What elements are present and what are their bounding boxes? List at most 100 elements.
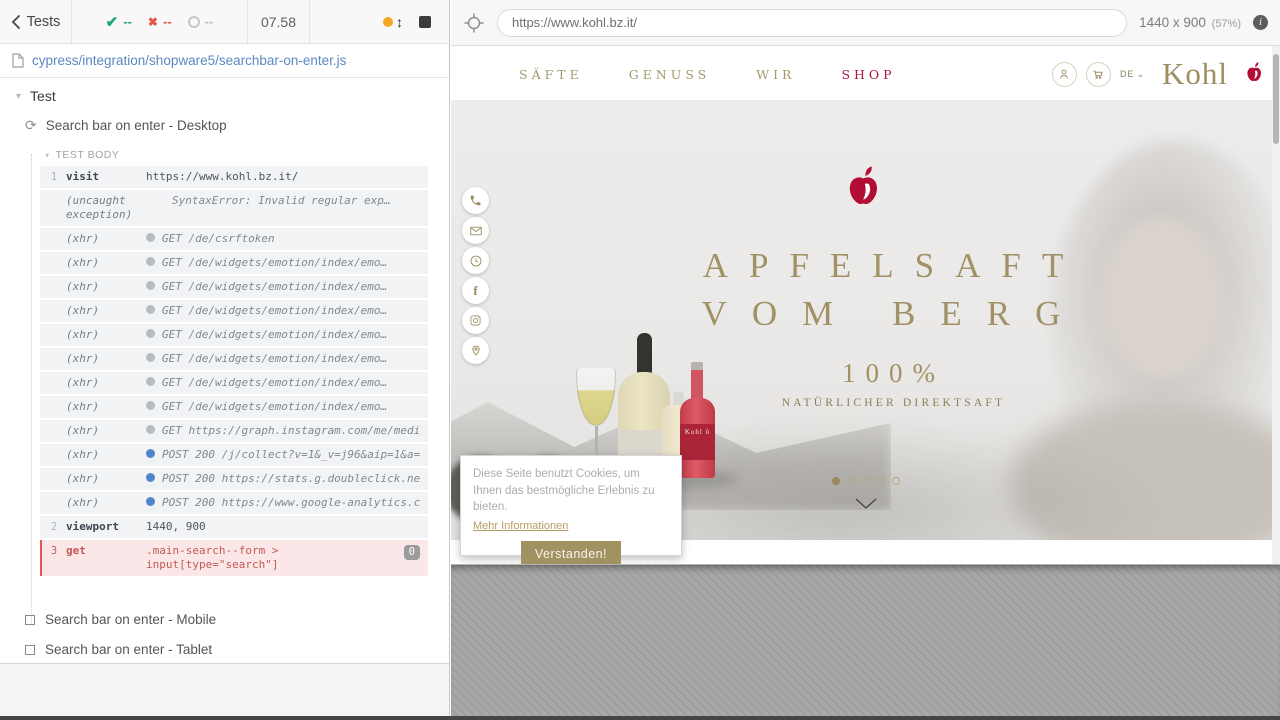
command-row-xhr[interactable]: (xhr)POST 200 https://www.google-analyti…: [40, 492, 428, 514]
language-selector[interactable]: DE ⌄: [1120, 69, 1145, 80]
runner-header: Tests ✔ -- ✖ -- -- 07.58: [0, 0, 449, 44]
element-count-badge: 0: [404, 545, 420, 560]
command-row-xhr[interactable]: (xhr)GET /de/widgets/emotion/index/emo…: [40, 372, 428, 394]
back-to-tests-button[interactable]: Tests: [0, 0, 72, 43]
scrollbar-thumb[interactable]: [1273, 54, 1279, 144]
command-row-xhr[interactable]: (xhr)GET /de/widgets/emotion/index/emo…: [40, 300, 428, 322]
outside-viewport-area: [451, 565, 1280, 716]
command-message: POST 200 https://www.google-analytics.co…: [146, 496, 420, 510]
command-row-xhr[interactable]: (xhr)POST 200 https://stats.g.doubleclic…: [40, 468, 428, 490]
site-logo[interactable]: Kohl: [1162, 56, 1228, 92]
test-row-mobile[interactable]: Search bar on enter - Mobile: [25, 612, 216, 627]
cart-button[interactable]: [1086, 62, 1111, 87]
passed-stat: ✔ --: [106, 13, 132, 31]
carousel-dot-4[interactable]: [877, 477, 885, 485]
apple-logo-icon[interactable]: [1243, 61, 1264, 87]
nav-link-shop[interactable]: SHOP: [841, 67, 895, 82]
command-message: GET /de/widgets/emotion/index/emo…: [146, 376, 420, 390]
request-status-dot-icon: [146, 305, 155, 314]
test-body-header[interactable]: ▾ TEST BODY: [45, 149, 119, 161]
command-row-xhr[interactable]: (xhr)GET https://graph.instagram.com/me/…: [40, 420, 428, 442]
command-name: (xhr): [66, 376, 146, 390]
phone-social-button[interactable]: [462, 187, 489, 214]
cookie-more-info-link[interactable]: Mehr Informationen: [473, 520, 568, 532]
browser-url-bar: https://www.kohl.bz.it/ 1440 x 900 (57%)…: [451, 0, 1280, 46]
nav-link-genuss[interactable]: GENUSS: [629, 67, 711, 82]
carousel-dot-5[interactable]: [892, 477, 900, 485]
running-icon: ⟳: [25, 117, 37, 134]
spec-bar: cypress/integration/shopware5/searchbar-…: [0, 44, 449, 78]
command-name: (xhr): [66, 280, 146, 294]
cart-icon: [1091, 67, 1105, 81]
command-row-xhr[interactable]: (xhr)GET /de/csrftoken: [40, 228, 428, 250]
test-row-tablet[interactable]: Search bar on enter - Tablet: [25, 642, 216, 657]
command-message: 1440, 900: [146, 520, 420, 534]
facebook-icon: f: [473, 282, 477, 300]
command-name: (xhr): [66, 496, 146, 510]
command-number: 2: [42, 520, 66, 534]
other-tests: Search bar on enter - Mobile Search bar …: [25, 612, 216, 663]
command-row-xhr[interactable]: (xhr)GET /de/widgets/emotion/index/emo…: [40, 252, 428, 274]
command-row-viewport[interactable]: 2viewport1440, 900: [40, 516, 428, 538]
clock-social-button[interactable]: [462, 247, 489, 274]
request-status-dot-icon: [146, 377, 155, 386]
request-status-dot-icon: [146, 497, 155, 506]
hero-subtitle: 100%: [479, 358, 1280, 389]
suite-title: Test: [30, 88, 56, 104]
viewport-info-icon[interactable]: i: [1253, 15, 1268, 30]
stop-button[interactable]: [419, 16, 431, 28]
suite-indent-guide: [31, 154, 32, 624]
instagram-social-button[interactable]: [462, 307, 489, 334]
test-title: Search bar on enter - Tablet: [45, 642, 212, 657]
command-row-xhr[interactable]: (xhr)GET /de/widgets/emotion/index/emo…: [40, 396, 428, 418]
active-test-row[interactable]: ⟳ Search bar on enter - Desktop: [25, 117, 227, 134]
email-social-button[interactable]: [462, 217, 489, 244]
spec-file-link[interactable]: cypress/integration/shopware5/searchbar-…: [32, 53, 346, 68]
tests-pane: ▾ Test ⟳ Search bar on enter - Desktop ▾…: [0, 78, 449, 663]
hero-heading: APFELSAFT VOM BERG 100% NATÜRLICHER DIRE…: [479, 246, 1280, 409]
suite-row[interactable]: ▾ Test: [16, 88, 56, 104]
command-name: (xhr): [66, 232, 146, 246]
command-row-xhr[interactable]: (xhr)GET /de/widgets/emotion/index/emo…: [40, 324, 428, 346]
command-name: (xhr): [66, 400, 146, 414]
command-row-xhr[interactable]: (xhr)POST 200 /j/collect?v=1&_v=j96&aip=…: [40, 444, 428, 466]
site-navbar: SÄFTE GENUSS WIR SHOP: [451, 48, 1280, 100]
command-row-xhr[interactable]: (xhr)GET /de/widgets/emotion/index/emo…: [40, 276, 428, 298]
command-message: SyntaxError: Invalid regular exp…: [146, 194, 420, 208]
selector-playground-icon[interactable]: [463, 12, 485, 34]
cypress-runner-window: Tests ✔ -- ✖ -- -- 07.58: [0, 0, 1280, 720]
command-row-xhr[interactable]: (xhr)GET /de/widgets/emotion/index/emo…: [40, 348, 428, 370]
command-name: (xhr): [66, 448, 146, 462]
url-input[interactable]: https://www.kohl.bz.it/: [497, 9, 1127, 37]
command-row-visit[interactable]: 1visithttps://www.kohl.bz.it/: [40, 166, 428, 188]
request-status-dot-icon: [146, 329, 155, 338]
cookie-accept-button[interactable]: Verstanden!: [521, 541, 621, 565]
command-message: GET /de/csrftoken: [146, 232, 420, 246]
request-status-dot-icon: [146, 353, 155, 362]
location-social-button[interactable]: [462, 337, 489, 364]
test-duration: 07.58: [248, 0, 310, 43]
command-message: https://www.kohl.bz.it/: [146, 170, 420, 184]
auto-scroll-dot-icon: [383, 17, 393, 27]
phone-icon: [469, 194, 482, 207]
command-row-get[interactable]: 3get.main-search--form > input[type="sea…: [40, 540, 428, 576]
test-body-label: TEST BODY: [56, 149, 120, 161]
auto-scroll-toggle[interactable]: ↕: [383, 14, 403, 30]
facebook-social-button[interactable]: f: [462, 277, 489, 304]
nav-link-wir[interactable]: WIR: [756, 67, 795, 82]
command-row-uncaughtexception[interactable]: (uncaught exception)SyntaxError: Invalid…: [40, 190, 428, 226]
collapse-caret-icon: ▾: [16, 91, 21, 102]
carousel-dot-2[interactable]: [847, 477, 855, 485]
carousel-dot-3[interactable]: [862, 477, 870, 485]
failed-count: --: [163, 14, 172, 29]
location-icon: [469, 344, 483, 358]
cookie-text: Diese Seite benutzt Cookies, um Ihnen da…: [473, 466, 669, 516]
header-controls: ↕: [310, 0, 449, 43]
carousel-dot-1[interactable]: [832, 477, 840, 485]
command-name: (uncaught exception): [66, 194, 146, 222]
command-name: get: [66, 544, 146, 558]
nav-link-säfte[interactable]: SÄFTE: [519, 67, 583, 82]
account-button[interactable]: [1052, 62, 1077, 87]
aut-panel: https://www.kohl.bz.it/ 1440 x 900 (57%)…: [451, 0, 1280, 716]
command-number: 3: [42, 544, 66, 558]
